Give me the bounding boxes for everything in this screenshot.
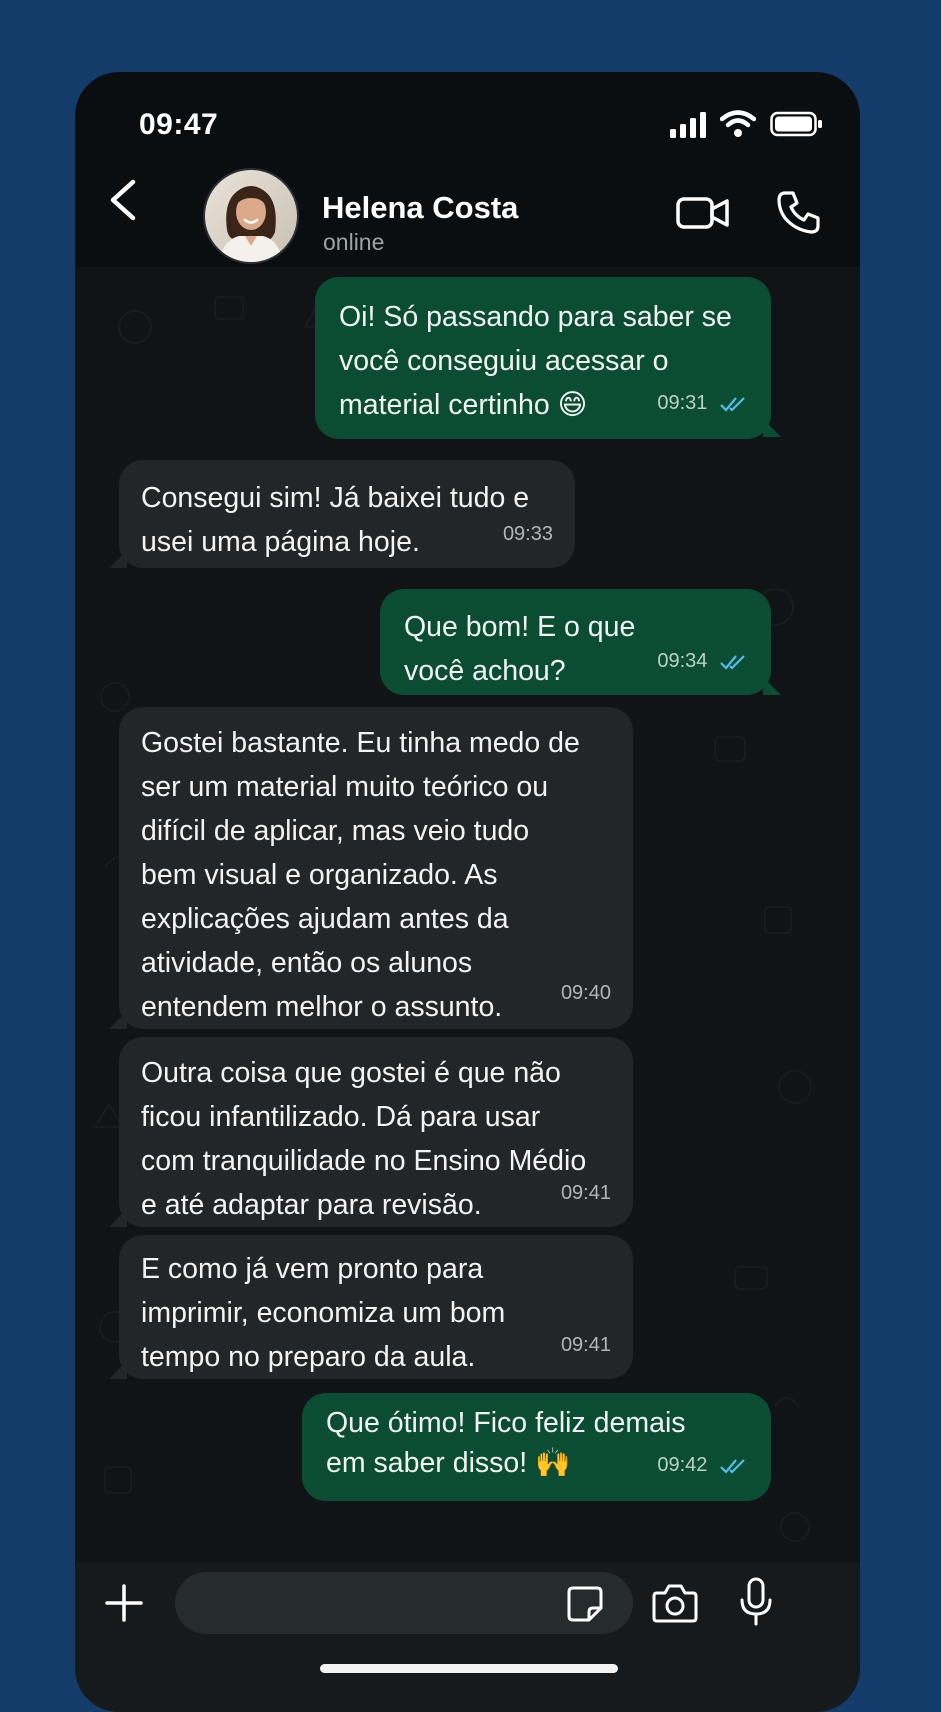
message-meta: 09:34 [657,639,749,683]
message-time: 09:40 [560,982,611,1004]
battery-icon [770,111,822,137]
bubble-tail [109,1011,127,1029]
message-bubble-incoming[interactable]: Consegui sim! Já baixei tudo e usei uma … [119,460,575,568]
message-time: 09:41 [560,1182,611,1204]
sticker-icon[interactable] [565,1584,605,1624]
bubble-tail [109,550,127,568]
double-check-icon [720,1458,745,1474]
plus-icon[interactable] [99,1578,149,1628]
avatar-image [205,170,297,262]
message-bubble-outgoing[interactable]: Oi! Só passando para saber se você conse… [315,277,771,439]
phone-frame: 09:47 Helena Costa online Oi! Só passand… [75,72,860,1712]
message-time: 09:41 [560,1334,611,1356]
message-text: Gostei bastante. Eu tinha medo de ser um… [141,727,580,1023]
contact-name[interactable]: Helena Costa [322,190,518,226]
message-bubble-incoming[interactable]: Outra coisa que gostei é que não ficou i… [119,1037,633,1227]
signal-icon [670,112,706,138]
message-meta: 09:42 [657,1445,749,1485]
message-time: 09:42 [657,1454,708,1476]
message-text: Consegui sim! Já baixei tudo e usei uma … [141,482,530,558]
avatar[interactable] [203,168,299,264]
message-bubble-outgoing[interactable]: Que ótimo! Fico feliz demais em saber di… [302,1393,771,1501]
bubble-tail [109,1209,127,1227]
phone-call-icon[interactable] [775,188,823,236]
message-text: Outra coisa que gostei é que não ficou i… [141,1057,587,1221]
message-time: 09:33 [502,523,553,545]
message-bubble-incoming[interactable]: E como já vem pronto para imprimir, econ… [119,1235,633,1379]
bubble-tail [763,677,781,695]
camera-icon[interactable] [651,1580,699,1626]
microphone-icon[interactable] [737,1576,775,1628]
double-check-icon [720,654,745,670]
message-text: E como já vem pronto para imprimir, econ… [141,1253,506,1373]
video-call-icon[interactable] [675,192,731,234]
chat-area[interactable]: Oi! Só passando para saber se você conse… [75,267,860,1567]
message-bubble-outgoing[interactable]: Que bom! E o que você achou? 09:34 [380,589,771,695]
status-time: 09:47 [139,108,219,141]
status-bar: 09:47 [75,72,860,172]
message-bubble-incoming[interactable]: Gostei bastante. Eu tinha medo de ser um… [119,707,633,1029]
bubble-tail [763,419,781,437]
message-time: 09:34 [657,650,708,672]
message-time: 09:31 [657,392,708,414]
double-check-icon [720,396,745,412]
wifi-icon [720,110,756,137]
bubble-tail [109,1361,127,1379]
status-icons [670,110,830,140]
back-arrow-icon[interactable] [99,172,147,228]
message-meta: 09:31 [657,381,749,425]
contact-presence: online [323,229,385,255]
